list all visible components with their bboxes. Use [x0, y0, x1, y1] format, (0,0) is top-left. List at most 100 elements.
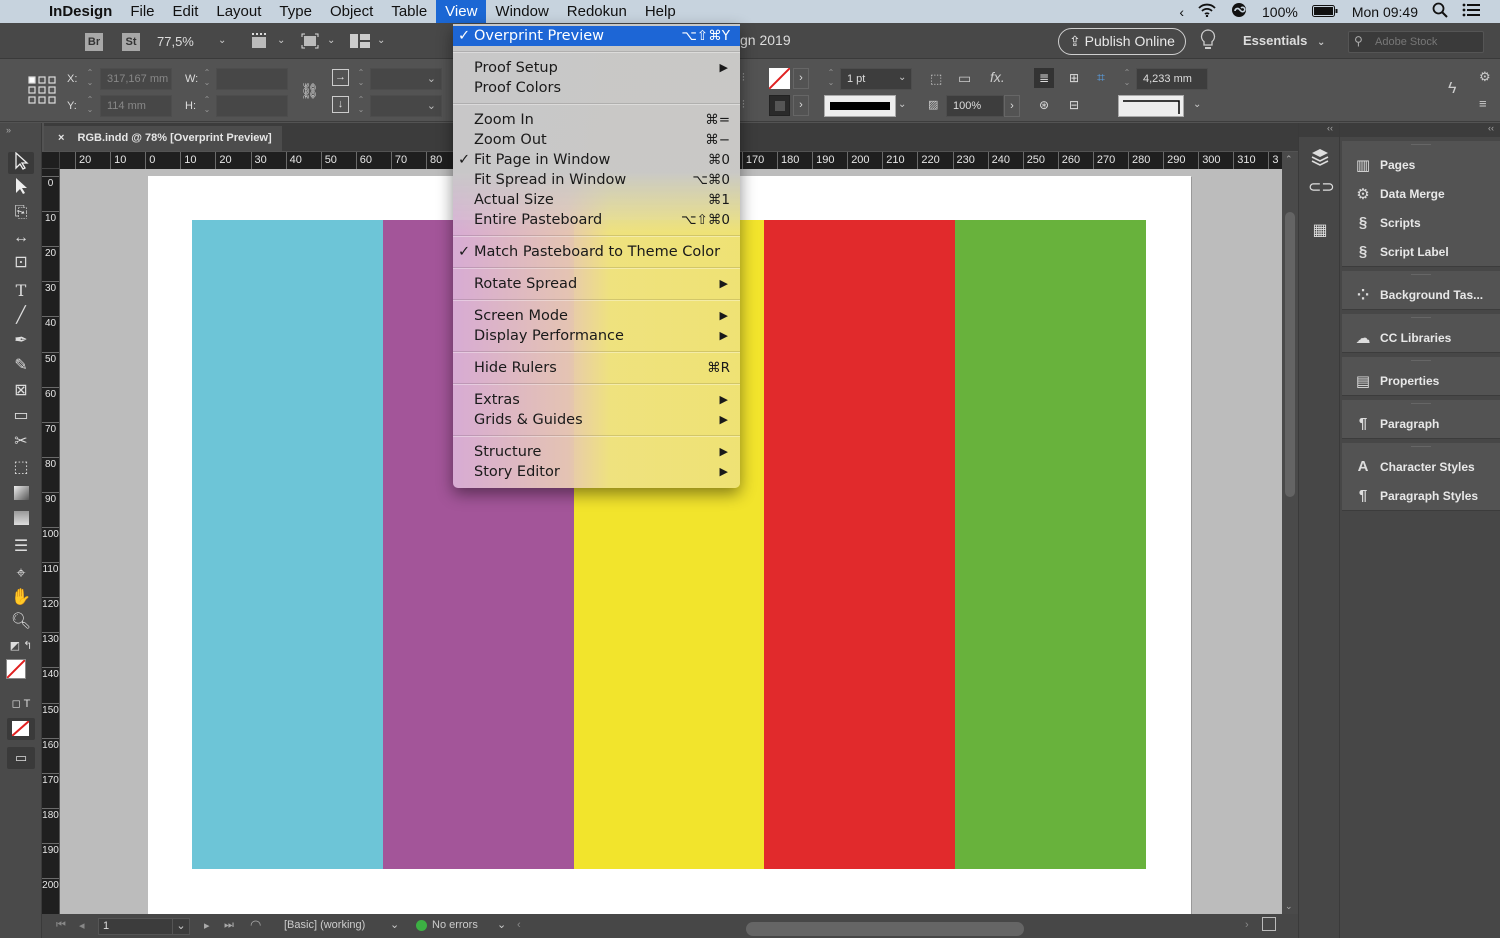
- wrap-options-chevron-icon[interactable]: ⌄: [1193, 99, 1201, 110]
- horizontal-scrollbar-thumb[interactable]: [746, 922, 1024, 936]
- view-options-chevron-icon[interactable]: ⌄: [277, 35, 285, 46]
- h-stepper[interactable]: ⌃ ⌄: [200, 95, 214, 117]
- menu-object[interactable]: Object: [321, 0, 382, 23]
- apply-none-icon[interactable]: [7, 718, 35, 740]
- arrange-documents-chevron-icon[interactable]: ⌄: [377, 35, 385, 46]
- split-layout-view-icon[interactable]: [1262, 917, 1276, 931]
- preflight-profile-chevron-icon[interactable]: ⌄: [390, 918, 399, 931]
- menu-item-proof-setup[interactable]: Proof Setup ▶: [453, 58, 740, 78]
- zoom-tool-icon[interactable]: 🔍︎: [8, 611, 34, 633]
- quick-apply-lightning-icon[interactable]: ϟ: [1448, 80, 1456, 98]
- menu-item-entire-pasteboard[interactable]: Entire Pasteboard ⌥⇧⌘0: [453, 210, 740, 230]
- gradient-swatch-tool-icon[interactable]: [8, 483, 34, 505]
- panel-tab-properties[interactable]: ▤ Properties: [1342, 366, 1500, 395]
- menu-item-zoom-in[interactable]: Zoom In ⌘=: [453, 110, 740, 130]
- wrap-bounding-box-icon[interactable]: ⊞: [1064, 68, 1084, 88]
- zoom-dropdown-chevron-icon[interactable]: ⌄: [218, 35, 226, 46]
- opacity-menu-button[interactable]: ›: [1004, 95, 1020, 117]
- scissors-tool-icon[interactable]: ✂: [8, 431, 34, 453]
- menu-item-actual-size[interactable]: Actual Size ⌘1: [453, 190, 740, 210]
- preflight-status[interactable]: No errors: [432, 919, 478, 931]
- control-panel-menu-icon[interactable]: ≡: [1479, 96, 1487, 111]
- panel-tab-scripts[interactable]: § Scripts: [1342, 208, 1500, 237]
- panel-tab-data-merge[interactable]: ⚙ Data Merge: [1342, 179, 1500, 208]
- panel-tab-cc-libraries[interactable]: ☁ CC Libraries: [1342, 323, 1500, 352]
- stroke-type-chevron-icon[interactable]: ⌄: [898, 99, 906, 110]
- text-wrap-none-icon[interactable]: ≣: [1034, 68, 1054, 88]
- default-fill-stroke-icon[interactable]: ◩ ↰: [8, 635, 34, 657]
- stroke-weight-stepper[interactable]: ⌃ ⌄: [824, 68, 838, 90]
- vertical-scrollbar[interactable]: ⌃ ⌄: [1282, 152, 1298, 914]
- menu-redokun[interactable]: Redokun: [558, 0, 636, 23]
- scale-y-field[interactable]: ⌄: [370, 95, 442, 117]
- panel-tab-paragraph[interactable]: ¶ Paragraph: [1342, 409, 1500, 438]
- color-stripe-green[interactable]: [955, 220, 1147, 869]
- next-page-icon[interactable]: ▸: [204, 919, 210, 932]
- menu-item-extras[interactable]: Extras ▶: [453, 390, 740, 410]
- reference-point-icon[interactable]: [28, 76, 56, 107]
- wrap-offset-stepper[interactable]: ⌃ ⌄: [1120, 68, 1134, 90]
- collapse-panels-icon[interactable]: ‹‹: [1340, 123, 1500, 137]
- arrange-documents-icon[interactable]: [350, 34, 370, 48]
- menu-item-proof-colors[interactable]: Proof Colors: [453, 78, 740, 98]
- control-panel-settings-gear-icon[interactable]: ⚙: [1479, 69, 1491, 85]
- color-theme-tool-icon[interactable]: ⌖: [8, 563, 34, 585]
- menu-app-name[interactable]: InDesign: [40, 0, 121, 23]
- screen-mode-normal-icon[interactable]: ▭: [7, 747, 35, 769]
- fill-swatch-menu-button[interactable]: ›: [793, 68, 809, 89]
- scale-x-stepper[interactable]: ⌃ ⌄: [354, 68, 368, 90]
- content-collector-tool-icon[interactable]: ⊡: [8, 252, 34, 274]
- type-tool-icon[interactable]: T: [8, 280, 34, 302]
- selection-tool-icon[interactable]: [8, 151, 34, 174]
- panel-tab-pages[interactable]: ▥ Pages: [1342, 150, 1500, 179]
- x-stepper[interactable]: ⌃ ⌄: [83, 68, 97, 90]
- bridge-button[interactable]: Br: [85, 33, 103, 51]
- height-field[interactable]: [216, 95, 288, 117]
- clock[interactable]: Mon 09:49: [1352, 4, 1418, 20]
- pen-tool-icon[interactable]: ✒: [8, 330, 34, 352]
- fill-color-none-icon[interactable]: [6, 659, 26, 679]
- lightbulb-icon[interactable]: [1200, 29, 1216, 56]
- hand-tool-icon[interactable]: ✋: [8, 587, 34, 609]
- menu-edit[interactable]: Edit: [164, 0, 208, 23]
- notification-center-icon[interactable]: [1462, 3, 1480, 20]
- menu-item-match-pasteboard-to-theme-color[interactable]: ✓ Match Pasteboard to Theme Color: [453, 242, 740, 262]
- scroll-up-icon[interactable]: ⌃: [1285, 154, 1293, 165]
- menu-item-zoom-out[interactable]: Zoom Out ⌘−: [453, 130, 740, 150]
- scale-y-stepper[interactable]: ⌃ ⌄: [354, 95, 368, 117]
- menu-file[interactable]: File: [121, 0, 163, 23]
- line-tool-icon[interactable]: ╱: [8, 305, 34, 327]
- screen-mode-chevron-icon[interactable]: ⌄: [327, 35, 335, 46]
- creative-cloud-icon[interactable]: [1230, 2, 1248, 21]
- expand-tools-icon[interactable]: »: [6, 125, 11, 135]
- layers-panel-icon[interactable]: [1308, 148, 1332, 170]
- panel-tab-background-tas[interactable]: ⁘ Background Tas...: [1342, 280, 1500, 309]
- color-stripe-red[interactable]: [764, 220, 956, 869]
- scroll-left-icon[interactable]: ‹: [517, 919, 521, 931]
- stroke-weight-chevron-icon[interactable]: ⌄: [898, 72, 906, 83]
- stroke-type-select[interactable]: [824, 95, 896, 117]
- chevron-left-icon[interactable]: ‹: [1179, 4, 1184, 20]
- last-page-icon[interactable]: ⏭: [224, 919, 234, 932]
- page-menu-chevron-icon[interactable]: ⌄: [172, 918, 190, 935]
- open-in-window-icon[interactable]: ◠: [250, 917, 261, 933]
- free-transform-tool-icon[interactable]: ⬚: [8, 457, 34, 479]
- preflight-profile[interactable]: [Basic] (working): [284, 919, 365, 931]
- close-tab-icon[interactable]: ×: [58, 132, 64, 144]
- x-position-field[interactable]: 317,167 mm: [100, 68, 172, 90]
- wrap-offset-field[interactable]: 4,233 mm: [1136, 68, 1208, 90]
- stock-button[interactable]: St: [122, 33, 140, 51]
- menu-item-screen-mode[interactable]: Screen Mode ▶: [453, 306, 740, 326]
- color-stripe-cyan[interactable]: [192, 220, 384, 869]
- menu-item-story-editor[interactable]: Story Editor ▶: [453, 462, 740, 482]
- gradient-feather-tool-icon[interactable]: [8, 508, 34, 530]
- jump-object-icon[interactable]: ⊟: [1064, 95, 1084, 115]
- page-tool-icon[interactable]: ⎘: [8, 202, 34, 224]
- screen-mode-icon[interactable]: [301, 33, 319, 49]
- menu-window[interactable]: Window: [486, 0, 557, 23]
- menu-item-display-performance[interactable]: Display Performance ▶: [453, 326, 740, 346]
- menu-item-fit-page-in-window[interactable]: ✓ Fit Page in Window ⌘0: [453, 150, 740, 170]
- formatting-container-text-icon[interactable]: ◻ T: [8, 693, 34, 715]
- panel-tab-character-styles[interactable]: A Character Styles: [1342, 452, 1500, 481]
- w-stepper[interactable]: ⌃ ⌄: [200, 68, 214, 90]
